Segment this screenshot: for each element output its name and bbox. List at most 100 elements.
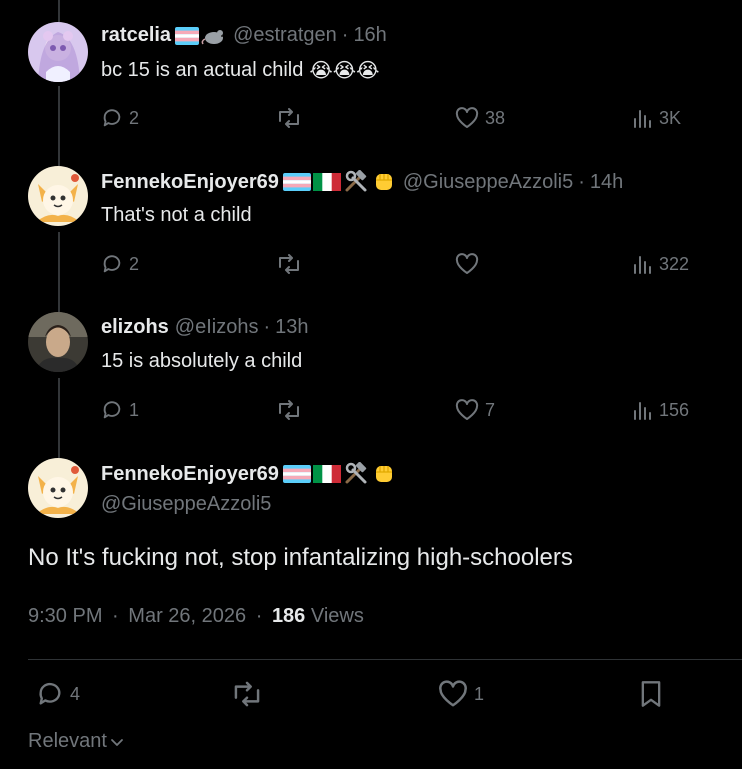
reply-button[interactable]: 2 xyxy=(101,103,139,133)
views-count: 322 xyxy=(659,253,690,274)
views-count: 186 xyxy=(271,605,306,627)
avatar-image xyxy=(28,22,88,82)
post-text-row: That's not a child xyxy=(101,204,252,227)
post-time[interactable]: 9:30 PM xyxy=(28,605,102,627)
fist-icon xyxy=(375,174,392,190)
name-badges xyxy=(175,26,227,45)
views-button[interactable]: 156 xyxy=(631,395,689,425)
trans-flag-icon xyxy=(282,465,311,483)
action-bar: 1 7 156 xyxy=(101,395,701,425)
crying-emoji: 😭 xyxy=(309,60,333,82)
like-count: 1 xyxy=(474,683,485,704)
avatar-image xyxy=(28,166,88,226)
crying-emoji: 😭 xyxy=(332,60,357,82)
trans-flag-icon xyxy=(175,26,200,45)
display-name[interactable]: elizohs xyxy=(101,316,169,339)
like-button[interactable] xyxy=(455,249,485,279)
repost-icon xyxy=(279,254,299,274)
italy-flag-icon xyxy=(312,465,341,483)
post-text-row: bc 15 is an actual child 😭 😭 😭 xyxy=(101,58,379,83)
action-bar: 4 1 xyxy=(36,679,676,709)
views-button[interactable]: 3K xyxy=(631,103,681,133)
handle[interactable]: @eIizohs xyxy=(175,316,259,339)
main-post: FennekoEnjoyer69 @GiuseppeAzzoli5 No It'… xyxy=(0,438,742,769)
timestamp[interactable]: 13h xyxy=(275,316,308,339)
display-name[interactable]: FennekoEnjoyer69 xyxy=(101,171,279,194)
sort-label: Relevant xyxy=(28,730,107,752)
reply-button[interactable]: 4 xyxy=(36,679,80,709)
trans-flag-icon xyxy=(282,173,311,191)
post-meta: 9:30 PM · Mar 26, 2026 · 186 Views xyxy=(28,605,364,628)
like-count: 38 xyxy=(485,107,506,128)
separator: · xyxy=(112,605,119,627)
repost-button[interactable] xyxy=(276,249,308,279)
reply-icon xyxy=(39,682,61,705)
views-icon xyxy=(634,256,651,274)
repost-button[interactable] xyxy=(231,679,269,709)
separator: · xyxy=(255,605,263,627)
avatar-image xyxy=(28,458,88,518)
action-bar: 2 322 xyxy=(101,249,701,279)
reply-icon xyxy=(103,401,121,419)
repost-button[interactable] xyxy=(276,103,308,133)
reply-icon xyxy=(103,255,121,273)
reply-button[interactable]: 1 xyxy=(101,395,139,425)
reply-post[interactable]: ratcelia @estratgen · 16h bc 15 is an ac… xyxy=(0,0,742,146)
fist-icon xyxy=(375,466,392,482)
views-count: 156 xyxy=(659,399,690,420)
post-header: elizohs @eIizohs · 13h xyxy=(101,316,309,339)
reply-count: 4 xyxy=(70,683,81,704)
italy-flag-icon xyxy=(312,173,341,191)
reply-count: 2 xyxy=(129,107,140,128)
bookmark-button[interactable] xyxy=(639,679,663,709)
handle[interactable]: @GiuseppeAzzoli5 xyxy=(101,493,271,516)
like-icon xyxy=(455,107,479,128)
timestamp[interactable]: 16h xyxy=(353,24,386,47)
sort-dropdown[interactable]: Relevant xyxy=(28,730,125,753)
views-icon xyxy=(634,110,651,128)
like-button[interactable]: 38 xyxy=(455,103,505,133)
repost-icon xyxy=(234,681,260,707)
post-text: No It's fucking not, stop infantalizing … xyxy=(28,544,573,571)
like-button[interactable]: 1 xyxy=(438,679,484,709)
reply-post[interactable]: FennekoEnjoyer69 @GiuseppeAzzoli5 · 14h … xyxy=(0,146,742,292)
chevron-down-icon xyxy=(111,738,123,746)
views-button[interactable]: 322 xyxy=(631,249,689,279)
repost-icon xyxy=(279,108,299,128)
repost-icon xyxy=(279,400,299,420)
reply-button[interactable]: 2 xyxy=(101,249,139,279)
post-text: bc 15 is an actual child xyxy=(101,59,304,81)
views-count: 3K xyxy=(659,107,682,128)
avatar[interactable] xyxy=(28,458,88,518)
views-icon xyxy=(634,402,651,420)
reply-post[interactable]: elizohs @eIizohs · 13h 15 is absolutely … xyxy=(0,292,742,438)
repost-button[interactable] xyxy=(276,395,308,425)
handle[interactable]: @estratgen xyxy=(233,24,337,47)
views-label: Views xyxy=(310,605,364,627)
display-name[interactable]: ratcelia xyxy=(101,24,171,47)
like-button[interactable]: 7 xyxy=(455,395,495,425)
reply-icon xyxy=(103,109,121,127)
separator: · xyxy=(263,316,271,338)
avatar[interactable] xyxy=(28,22,88,82)
avatar[interactable] xyxy=(28,312,88,372)
handle[interactable]: @GiuseppeAzzoli5 xyxy=(403,171,573,194)
avatar[interactable] xyxy=(28,166,88,226)
post-header: ratcelia @estratgen · 16h xyxy=(101,24,387,47)
post-header: FennekoEnjoyer69 xyxy=(101,462,403,486)
hammer-wrench-icon xyxy=(345,170,367,192)
post-text: That's not a child xyxy=(101,204,252,226)
bookmark-icon xyxy=(641,681,661,707)
crying-emoji: 😭 xyxy=(356,60,380,82)
display-name[interactable]: FennekoEnjoyer69 xyxy=(101,463,279,486)
post-text-row: 15 is absolutely a child xyxy=(101,350,302,373)
like-icon xyxy=(439,680,467,707)
name-badges xyxy=(282,170,397,194)
timestamp[interactable]: 14h xyxy=(590,171,623,194)
like-icon xyxy=(455,253,479,274)
like-count: 7 xyxy=(485,399,496,420)
name-badges xyxy=(282,462,397,486)
action-bar: 2 38 3K xyxy=(101,103,701,133)
post-date[interactable]: Mar 26, 2026 xyxy=(128,605,246,627)
separator: · xyxy=(341,24,349,46)
